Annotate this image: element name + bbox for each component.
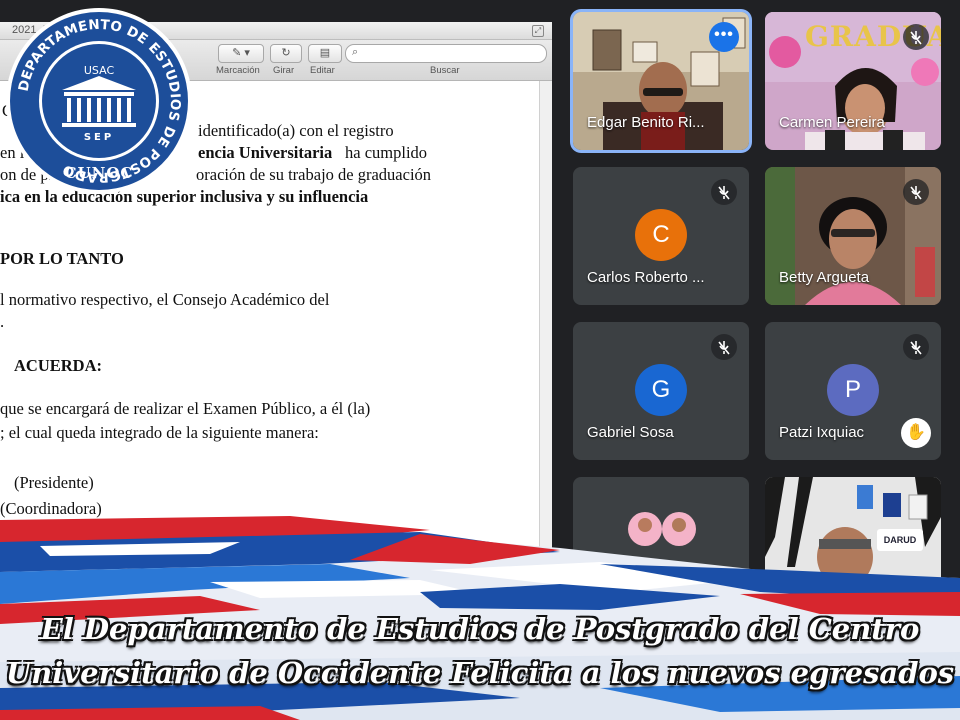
edit-button[interactable]: ▤ [308, 44, 342, 63]
doc-line: oración de su trabajo de graduación [196, 165, 432, 184]
doc-line: . [0, 312, 5, 331]
participant-tile[interactable]: C Carlos Roberto ... [573, 167, 749, 305]
rotate-icon: ↻ [281, 47, 291, 59]
edit-label: Editar [310, 65, 335, 76]
pen-icon: ✎ ▾ [232, 47, 250, 59]
more-options-icon[interactable]: ••• [709, 22, 739, 52]
doc-line: encia Universitaria [198, 143, 333, 162]
banner-caption-line-2: Universitario de Occidente Felicita a lo… [5, 656, 955, 690]
doc-line: identificado(a) con el registro [198, 121, 394, 140]
doc-heading: POR LO TANTO [0, 249, 124, 268]
avatar: P [827, 364, 879, 416]
mic-off-icon [711, 334, 737, 360]
participant-name: Carmen Pereira [779, 114, 885, 131]
participant-tile[interactable]: P ✋ Patzi Ixquiac [765, 322, 941, 460]
cunoc-postgrado-seal-logo: DEPARTAMENTO DE ESTUDIOS DE POSTGRADO US… [6, 8, 192, 194]
doc-line: l normativo respectivo, el Consejo Acadé… [0, 290, 330, 309]
search-input[interactable]: ⌕ [345, 44, 547, 63]
doc-heading: ACUERDA: [14, 356, 102, 375]
pdf-scrollbar[interactable] [539, 81, 552, 582]
markup-label: Marcación [216, 65, 260, 76]
doc-line: que se encargará de realizar el Examen P… [0, 399, 371, 418]
seal-usac-text: USAC [84, 64, 115, 77]
rotate-button[interactable]: ↻ [270, 44, 302, 63]
participant-name: Betty Argueta [779, 269, 870, 286]
seal-sep-text: SEP [84, 132, 114, 143]
doc-line: ; el cual queda integrado de la siguient… [0, 423, 319, 442]
mic-off-icon [903, 24, 929, 50]
search-icon: ⌕ [352, 46, 359, 58]
search-label: Buscar [430, 65, 460, 76]
avatar: G [635, 364, 687, 416]
participant-tile[interactable]: GRADUA Carmen Pereira [765, 12, 941, 150]
participant-name: Patzi Ixquiac [779, 424, 865, 441]
participant-name: Carlos Roberto ... [587, 269, 705, 286]
raised-hand-icon: ✋ [901, 418, 931, 448]
seal-cunoc-text: CUNOC [65, 164, 134, 182]
doc-line: (Presidente) [14, 473, 94, 492]
mic-off-icon [903, 334, 929, 360]
toolbox-icon: ▤ [319, 47, 331, 59]
doc-line: ha cumplido [345, 143, 428, 162]
rotate-label: Girar [273, 65, 295, 76]
mic-off-icon [903, 179, 929, 205]
participant-name: Gabriel Sosa [587, 424, 674, 441]
participant-tile[interactable]: ••• Edgar Benito Ri... [573, 12, 749, 150]
participant-name: Edgar Benito Ri... [587, 114, 705, 131]
participant-tile[interactable]: G Gabriel Sosa [573, 322, 749, 460]
avatar: C [635, 209, 687, 261]
markup-button[interactable]: ✎ ▾ [218, 44, 264, 63]
mic-off-icon [711, 179, 737, 205]
window-fullscreen-icon[interactable]: ⤢ [532, 25, 544, 37]
banner-caption-line-1: El Departamento de Estudios de Postgrado… [40, 612, 920, 646]
participant-tile[interactable]: Betty Argueta [765, 167, 941, 305]
